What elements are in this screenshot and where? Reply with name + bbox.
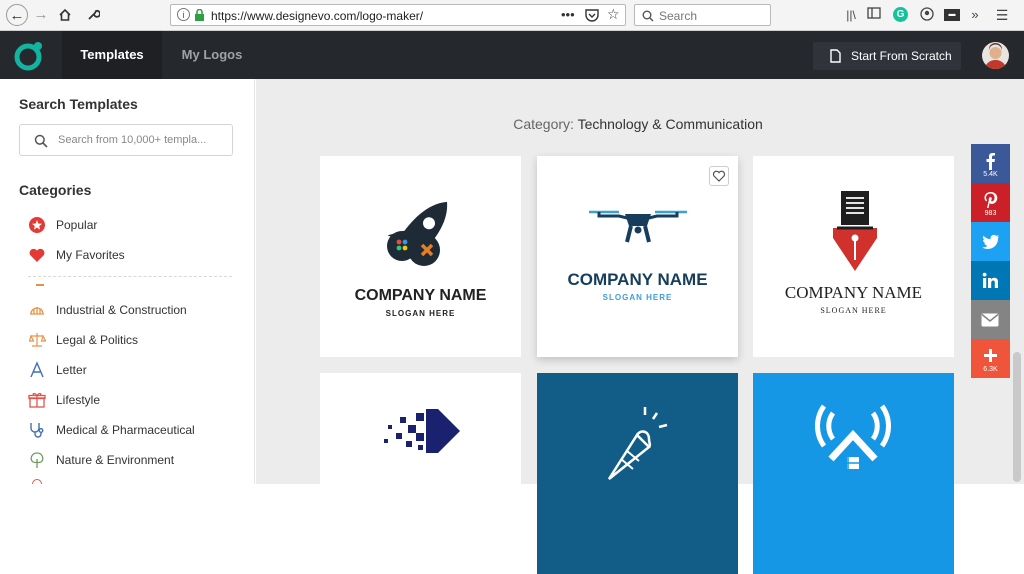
browser-search-input[interactable]: Search — [634, 4, 771, 26]
sidebar: Search Templates Search from 10,000+ tem… — [0, 79, 255, 484]
forward-icon[interactable]: → — [30, 4, 52, 26]
scroll-hint — [36, 284, 44, 286]
start-from-scratch-button[interactable]: Start From Scratch — [813, 42, 961, 70]
slogan-text: SLOGAN HERE — [820, 306, 887, 315]
template-search-input[interactable]: Search from 10,000+ templa... — [19, 124, 233, 156]
category-heading: Category: Technology & Communication — [256, 116, 1020, 132]
pixel-diamond-icon — [384, 409, 460, 453]
tab-templates[interactable]: Templates — [62, 31, 162, 79]
slogan-text: SLOGAN HERE — [602, 293, 673, 302]
search-icon — [34, 134, 48, 148]
rocket-gamepad-icon — [387, 201, 448, 267]
tab-my-logos[interactable]: My Logos — [176, 31, 248, 79]
search-templates-title: Search Templates — [19, 96, 138, 112]
facebook-share-button[interactable]: 5.4K — [971, 144, 1010, 183]
home-icon[interactable] — [54, 4, 76, 26]
email-share-button[interactable] — [971, 300, 1010, 339]
template-card[interactable]: COMPANY NAME SLOGAN HERE — [753, 156, 954, 357]
category-divider — [28, 276, 232, 277]
designevo-logo-icon[interactable] — [13, 39, 45, 71]
star-icon — [29, 217, 45, 233]
pinterest-icon — [984, 191, 998, 208]
wrench-icon[interactable] — [82, 4, 104, 26]
more-share-button[interactable]: 6.3K — [971, 339, 1010, 378]
facebook-icon — [986, 153, 995, 170]
category-label: Popular — [56, 218, 98, 232]
slogan-text: SLOGAN HERE — [385, 309, 456, 318]
categories-title: Categories — [19, 182, 92, 198]
gift-icon — [28, 392, 46, 408]
company-name: COMPANY NAME — [354, 287, 487, 304]
category-label: Legal & Politics — [56, 333, 139, 347]
template-gallery: Category: Technology & Communication COM… — [256, 79, 1024, 574]
template-card[interactable]: COMPANY NAME SLOGAN HERE — [320, 156, 521, 357]
lock-icon — [195, 9, 204, 21]
menu-icon[interactable]: ☰ — [994, 7, 1010, 23]
extension-icon[interactable]: ▬ — [944, 9, 960, 21]
sidebar-toggle-icon[interactable] — [866, 7, 882, 23]
category-label: Nature & Environment — [56, 453, 175, 467]
page-scrollbar[interactable] — [1013, 352, 1021, 482]
pinterest-share-button[interactable]: 983 — [971, 183, 1010, 222]
category-label: Letter — [56, 363, 87, 377]
twitter-icon — [982, 234, 999, 250]
template-search-placeholder: Search from 10,000+ templa... — [58, 134, 207, 146]
grammarly-icon[interactable]: G — [893, 7, 908, 22]
template-card[interactable] — [320, 373, 521, 574]
stethoscope-icon — [30, 423, 44, 438]
social-share-bar: 5.4K 983 6.3K — [971, 144, 1010, 378]
category-label: Medical & Pharmaceutical — [56, 423, 195, 437]
overflow-chevron-icon[interactable]: » — [967, 7, 983, 23]
library-icon[interactable]: ||\ — [843, 7, 859, 23]
favorite-heart-button[interactable] — [709, 166, 729, 186]
heart-icon — [29, 248, 45, 262]
share-count: 6.3K — [983, 366, 998, 373]
company-name: COMPANY NAME — [567, 270, 708, 289]
share-count: 983 — [984, 210, 997, 217]
site-header: Templates My Logos Start From Scratch — [0, 31, 1024, 79]
start-from-scratch-label: Start From Scratch — [851, 49, 952, 63]
avatar[interactable] — [982, 42, 1009, 69]
back-icon[interactable]: ← — [6, 4, 28, 26]
drone-icon — [589, 210, 687, 243]
pocket-icon[interactable] — [585, 9, 599, 22]
tree-icon — [30, 452, 44, 468]
plus-icon — [984, 349, 997, 362]
url-text: https://www.designevo.com/logo-maker/ — [211, 9, 424, 23]
letter-a-icon — [30, 361, 44, 378]
url-bar[interactable]: i https://www.designevo.com/logo-maker/ … — [170, 4, 626, 26]
more-actions-icon[interactable]: ••• — [561, 7, 575, 22]
search-icon — [642, 10, 654, 22]
info-icon[interactable]: i — [177, 8, 190, 21]
category-key: Category: — [513, 116, 574, 132]
wifi-house-icon — [815, 404, 891, 469]
scales-icon — [28, 333, 46, 347]
category-label: Industrial & Construction — [56, 303, 187, 317]
browser-search-placeholder: Search — [659, 9, 698, 23]
linkedin-share-button[interactable] — [971, 261, 1010, 300]
template-card[interactable]: COMPANY NAME SLOGAN HERE — [537, 156, 738, 357]
fountain-pen-icon — [833, 191, 877, 271]
share-count: 5.4K — [983, 171, 998, 178]
category-value: Technology & Communication — [577, 116, 763, 132]
category-label: My Favorites — [56, 248, 125, 262]
browser-toolbar: ← → i https://www.designevo.com/logo-mak… — [0, 0, 1024, 31]
template-card[interactable] — [753, 373, 954, 574]
next-category-icon — [32, 479, 42, 484]
document-icon — [830, 49, 841, 63]
twitter-share-button[interactable] — [971, 222, 1010, 261]
email-icon — [981, 313, 999, 327]
account-icon[interactable] — [919, 7, 935, 23]
rocket-cone-icon — [607, 407, 668, 480]
category-label: Lifestyle — [56, 393, 101, 407]
helmet-icon — [30, 307, 44, 315]
company-name: COMPANY NAME — [784, 283, 923, 302]
template-card[interactable] — [537, 373, 738, 574]
heart-outline-icon — [712, 170, 726, 182]
bookmark-star-icon[interactable]: ☆ — [607, 6, 620, 23]
linkedin-icon — [982, 272, 998, 288]
